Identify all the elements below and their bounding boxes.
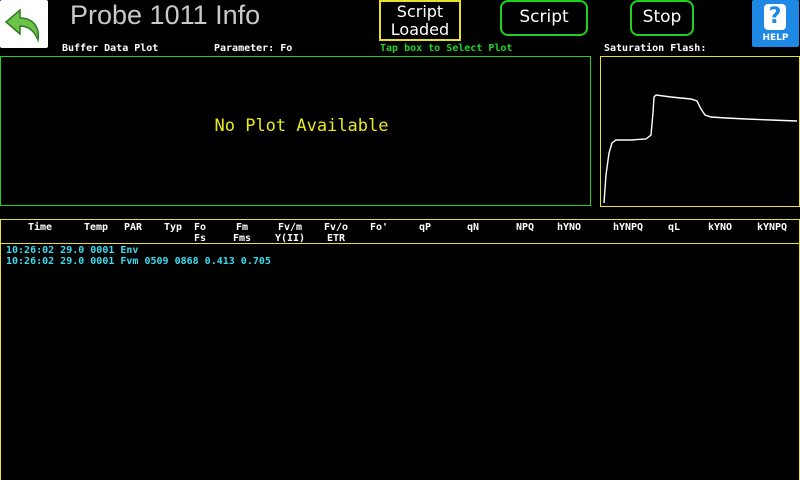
help-question-icon: ?: [764, 4, 786, 30]
col-ql: qL: [667, 222, 681, 233]
back-arrow-icon: [4, 8, 40, 43]
page-title: Probe 1011 Info: [70, 0, 261, 30]
table-header-divider: [0, 243, 800, 244]
col-fm-fms: Fm Fms: [232, 222, 252, 244]
help-label: HELP: [762, 33, 789, 43]
col-fvm-yii: Fv/m Y(II): [274, 222, 306, 244]
table-row: 10:26:02 29.0 0001 Env: [6, 245, 139, 256]
col-temp: Temp: [83, 222, 109, 233]
col-qn: qN: [466, 222, 480, 233]
tap-instruction: Tap box to Select Plot: [380, 43, 513, 54]
col-fo-prime: Fo': [369, 222, 389, 233]
col-hyno: hYNO: [556, 222, 582, 233]
col-time: Time: [27, 222, 53, 233]
buffer-data-plot-label: Buffer Data Plot: [62, 43, 159, 54]
saturation-flash-plot[interactable]: [600, 56, 800, 207]
col-fvo-etr: Fv/o ETR: [323, 222, 349, 244]
saturation-flash-curve: [603, 94, 798, 204]
col-kyno: kYNO: [707, 222, 733, 233]
stop-button[interactable]: Stop: [630, 0, 694, 36]
col-fo-fs: Fo Fs: [193, 222, 207, 244]
col-hynpq: hYNPQ: [612, 222, 644, 233]
col-kynpq: kYNPQ: [756, 222, 788, 233]
script-button[interactable]: Script: [500, 0, 588, 36]
help-button[interactable]: ? HELP: [752, 0, 799, 47]
saturation-flash-label: Saturation Flash:: [604, 43, 707, 54]
parameter-label: Parameter: Fo: [214, 43, 293, 54]
back-button[interactable]: [0, 0, 48, 48]
col-npq: NPQ: [515, 222, 535, 233]
col-par: PAR: [123, 222, 143, 233]
col-typ: Typ: [163, 222, 183, 233]
table-row: 10:26:02 29.0 0001 Fvm 0509 0868 0.413 0…: [6, 256, 271, 267]
no-plot-message: No Plot Available: [214, 116, 389, 136]
col-qp: qP: [418, 222, 432, 233]
script-loaded-status: Script Loaded: [379, 0, 461, 41]
